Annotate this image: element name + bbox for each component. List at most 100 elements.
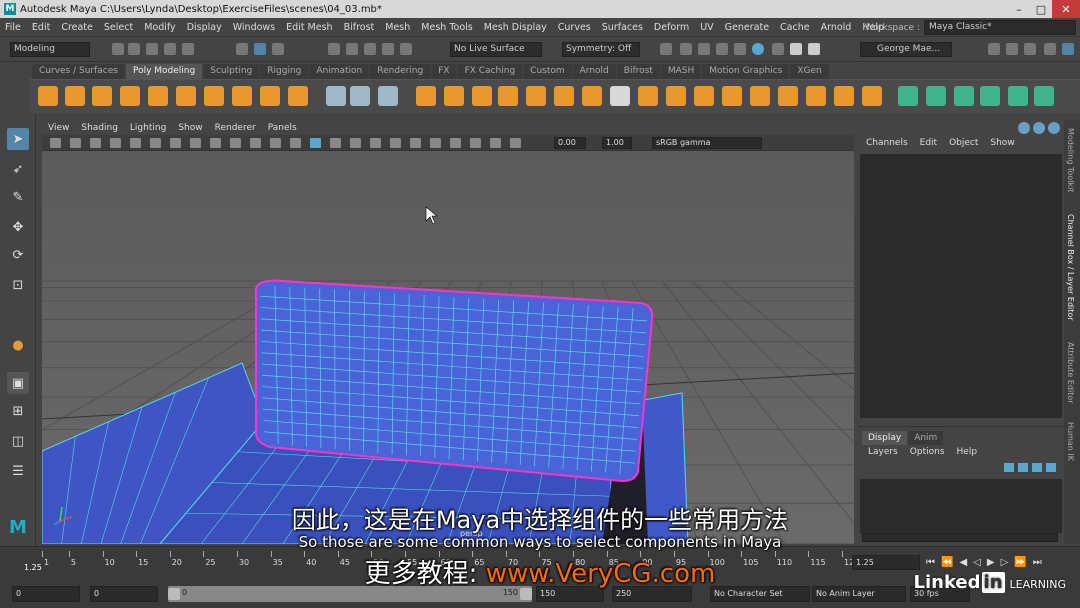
viewport-menu-view[interactable]: View (48, 123, 69, 133)
menu-generate[interactable]: Generate (725, 22, 769, 33)
layer-menu-help[interactable]: Help (957, 447, 978, 457)
cone-icon[interactable] (120, 86, 140, 106)
quad-draw-icon[interactable] (806, 86, 826, 106)
shelf-tab-curves-surfaces[interactable]: Curves / Surfaces (32, 64, 125, 79)
cylinder-icon[interactable] (92, 86, 112, 106)
menu-edit[interactable]: Edit (32, 22, 50, 33)
outliner-layout-icon[interactable]: ☰ (7, 460, 29, 482)
new-scene-icon[interactable] (112, 43, 124, 55)
symmetry-dropdown[interactable]: Symmetry: Off (562, 42, 640, 57)
open-scene-icon[interactable] (128, 43, 140, 55)
smooth-shade-icon[interactable] (290, 138, 301, 148)
wireframe-on-shaded-icon[interactable] (310, 138, 321, 148)
bridge-icon[interactable] (582, 86, 602, 106)
menu-file[interactable]: File (5, 22, 21, 33)
layer-move-up-icon[interactable] (1004, 463, 1014, 472)
select-components-icon[interactable] (254, 43, 266, 55)
channel-box-icon[interactable] (1018, 122, 1030, 134)
viewport-menu-show[interactable]: Show (178, 123, 202, 133)
shelf-tab-bifrost[interactable]: Bifrost (616, 64, 660, 79)
offset-edge-icon[interactable] (834, 86, 854, 106)
user-account-dropdown[interactable]: George Mae... (860, 42, 952, 57)
perspective-viewport[interactable]: persp (42, 151, 854, 544)
channel-box-menu-object[interactable]: Object (949, 138, 978, 148)
shelf-tab-rigging[interactable]: Rigging (260, 64, 309, 79)
exposure-field[interactable]: 0.00 (554, 137, 586, 149)
save-scene-icon[interactable] (146, 43, 158, 55)
menu-windows[interactable]: Windows (233, 22, 275, 33)
two-view-layout-icon[interactable]: ◫ (7, 430, 29, 452)
side-tab-attribute-editor[interactable]: Attribute Editor (1066, 342, 1075, 404)
bookmarks-icon[interactable] (90, 138, 101, 148)
shelf-tab-custom[interactable]: Custom (523, 64, 572, 79)
separate-icon[interactable] (444, 86, 464, 106)
ipr-render-icon[interactable] (716, 43, 728, 55)
layer-tab-anim[interactable]: Anim (908, 431, 944, 445)
channel-box-toggle-icon[interactable] (1044, 43, 1056, 55)
color-space-dropdown[interactable]: sRGB gamma (652, 137, 762, 149)
float-panel-icon[interactable] (1048, 122, 1060, 134)
viewport-menu-shading[interactable]: Shading (81, 123, 118, 133)
channel-box-menu-edit[interactable]: Edit (920, 138, 937, 148)
side-tab-channel-box-layer-editor[interactable]: Channel Box / Layer Editor (1066, 214, 1075, 321)
cube-icon[interactable] (65, 86, 85, 106)
field-chart-icon[interactable] (210, 138, 221, 148)
select-hierarchy-icon[interactable] (236, 43, 248, 55)
menu-mesh-display[interactable]: Mesh Display (484, 22, 547, 33)
menu-edit-mesh[interactable]: Edit Mesh (286, 22, 332, 33)
viewport-menu-panels[interactable]: Panels (268, 123, 297, 133)
snap-view-icon[interactable] (382, 43, 394, 55)
sew-uv-icon[interactable] (980, 86, 1000, 106)
shadows-icon[interactable] (370, 138, 381, 148)
shelf-tab-arnold[interactable]: Arnold (572, 64, 616, 79)
anti-aliasing-icon[interactable] (430, 138, 441, 148)
select-objects-icon[interactable] (272, 43, 284, 55)
gate-mask-icon[interactable] (190, 138, 201, 148)
cut-uv-icon[interactable] (954, 86, 974, 106)
menu-modify[interactable]: Modify (144, 22, 175, 33)
svg-icon[interactable] (288, 86, 308, 106)
ambient-occlusion-icon[interactable] (390, 138, 401, 148)
shelf-tab-poly-modeling[interactable]: Poly Modeling (125, 64, 203, 79)
minimize-icon[interactable]: – (1008, 0, 1030, 18)
texture-editor-icon[interactable] (1034, 86, 1054, 106)
pipe-icon[interactable] (232, 86, 252, 106)
menu-arnold[interactable]: Arnold (821, 22, 852, 33)
snap-surface-icon[interactable] (400, 43, 412, 55)
shelf-tab-xgen[interactable]: XGen (790, 64, 829, 79)
combine-icon[interactable] (416, 86, 436, 106)
lasso-tool-icon[interactable]: ➶ (7, 158, 29, 180)
menu-uv[interactable]: UV (700, 22, 713, 33)
new-layer-from-selection-icon[interactable] (1046, 463, 1056, 472)
x-ray-components-icon[interactable] (510, 138, 521, 148)
motion-blur-icon[interactable] (410, 138, 421, 148)
help-icon[interactable] (1033, 122, 1045, 134)
camera-select-icon[interactable] (50, 138, 61, 148)
shelf-tab-mash[interactable]: MASH (660, 64, 702, 79)
bevel-icon[interactable] (666, 86, 686, 106)
channel-box-list[interactable] (860, 154, 1062, 418)
boolean-icon[interactable] (526, 86, 546, 106)
camera-attributes-icon[interactable] (70, 138, 81, 148)
smooth-icon[interactable] (498, 86, 518, 106)
four-view-layout-icon[interactable]: ⊞ (7, 400, 29, 422)
modeling-toolkit-icon[interactable] (988, 43, 1000, 55)
extract-icon[interactable] (472, 86, 492, 106)
torus-icon[interactable] (176, 86, 196, 106)
extrude-icon[interactable] (638, 86, 658, 106)
snap-curve-icon[interactable] (346, 43, 358, 55)
menu-display[interactable]: Display (187, 22, 222, 33)
safe-title-icon[interactable] (250, 138, 261, 148)
shelf-tab-sculpting[interactable]: Sculpting (203, 64, 260, 79)
close-icon[interactable]: ✕ (1052, 0, 1080, 18)
undo-icon[interactable] (164, 43, 176, 55)
paint-select-tool-icon[interactable]: ✎ (7, 186, 29, 208)
render-settings-icon[interactable] (680, 43, 692, 55)
gamma-field[interactable]: 1.00 (602, 137, 632, 149)
shelf-tab-motion-graphics[interactable]: Motion Graphics (702, 64, 790, 79)
shelf-tab-fx-caching[interactable]: FX Caching (457, 64, 523, 79)
menu-mesh[interactable]: Mesh (385, 22, 410, 33)
snap-grid-icon[interactable] (328, 43, 340, 55)
menu-create[interactable]: Create (61, 22, 93, 33)
wireframe-icon[interactable] (270, 138, 281, 148)
